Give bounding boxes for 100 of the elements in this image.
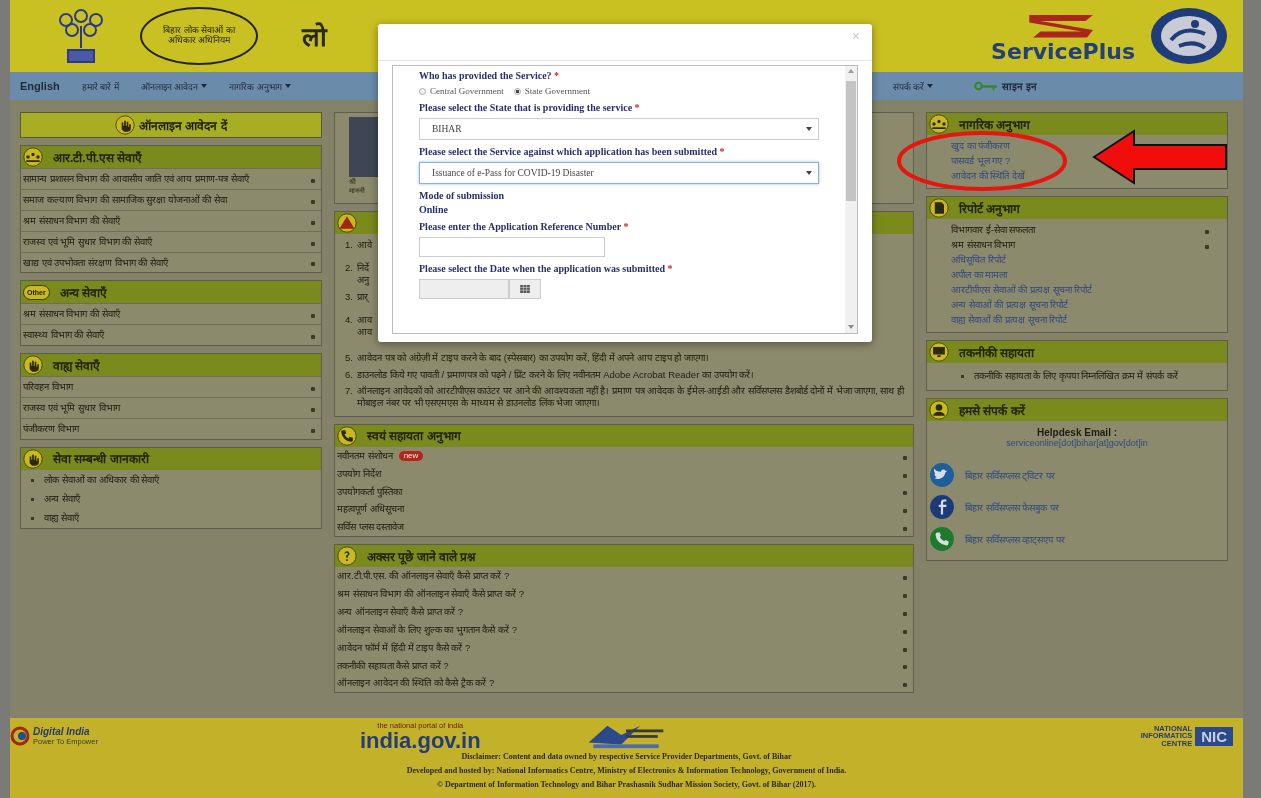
caret-icon — [311, 199, 315, 204]
panel-link[interactable]: पासवर्ड भूल गए ? — [951, 153, 1011, 168]
nic-logo: NIC — [1195, 726, 1233, 746]
accordion-item[interactable]: उपयोगकर्ता पुस्तिका — [335, 482, 913, 501]
accordion-item[interactable]: अन्य ऑनलाइन सेवाएँ कैसे प्राप्त करें ? — [335, 602, 913, 621]
panel-link[interactable]: अधिसूचित रिपोर्ट — [951, 252, 1006, 267]
field-label: Who has provided the Service? * — [419, 70, 561, 81]
accordion-item[interactable]: सामान्य प्रशासन विभाग की आवासीय जाति एवं आय प्रमाण-पत्र सेवाएँ — [21, 168, 321, 189]
list-link[interactable]: लोक सेवाओं का अधिकार की सेवाएँ — [21, 469, 321, 490]
accordion-item[interactable]: श्रम संसाधन विभाग की सेवाएँ — [21, 209, 321, 231]
question-icon — [337, 546, 357, 567]
social-link[interactable]: बिहार सर्विसप्लस व्हाट्सएप पर — [929, 526, 1225, 553]
calendar-icon — [520, 285, 530, 293]
nav-link[interactable]: English — [20, 80, 60, 92]
date-field[interactable] — [419, 279, 509, 299]
radio-option[interactable]: State Government — [513, 86, 590, 96]
accordion-item[interactable]: समाज कल्याण विभाग की सामाजिक सुरक्षा योजनाओं की सेवा — [21, 188, 321, 210]
scrollbar[interactable] — [845, 66, 857, 333]
caret-icon — [1205, 229, 1209, 234]
panel-link[interactable]: आवेदन की स्थिति देखें — [951, 168, 1025, 183]
instruction-text: डाउनलोड किये गए पावती / प्रमाणपत्र को पढ़ने / प्रिंट करने के लिए नवीनतम Adobe Acrobat Reader का उपयोग करें। — [356, 368, 756, 382]
portal-logo: india.gov.in — [360, 729, 481, 752]
social-link[interactable]: बिहार सर्विसप्लस फेसबुक पर — [929, 494, 1225, 521]
input-field[interactable] — [419, 237, 605, 257]
accordion-item[interactable]: राजस्व एवं भूमि सुधार विभाग की सेवाएँ — [21, 230, 321, 252]
dropdown-field[interactable]: Issuance of e-Pass for COVID-19 Disaster — [419, 162, 819, 184]
accordion-item[interactable]: श्रम संसाधन विभाग की ऑनलाइन सेवाएँ कैसे प्राप्त करें ? — [335, 585, 913, 603]
caret-icon — [311, 220, 315, 225]
radio-option[interactable]: Central Government — [419, 86, 504, 96]
caret-icon — [903, 455, 907, 460]
instruction-text: प्रार् — [356, 290, 370, 305]
accordion-item[interactable]: परिवहन विभाग — [21, 376, 321, 397]
list-number: 3. — [345, 290, 353, 304]
list-number: 7. — [345, 385, 353, 399]
nav-link[interactable]: हमारे बारे में — [81, 79, 119, 93]
accordion-item[interactable]: खाद्य एवं उपभोक्ता संरक्षण विभाग की सेवाएँ — [21, 251, 321, 273]
list-number: 1. — [345, 239, 353, 252]
caret-icon — [311, 178, 315, 183]
panel-title: अन्य सेवाएँ — [59, 284, 107, 301]
site-title: लो — [302, 21, 327, 54]
panel-link[interactable]: वाह्य सेवाओं की प्रत्यक्ष सूचना रिपोर्ट — [951, 312, 1068, 327]
nav-link[interactable]: नागरिक अनुभाग — [229, 79, 291, 93]
panel-title: सेवा सम्बन्धी जानकारी — [53, 451, 149, 468]
accordion-item[interactable]: श्रम संसाधन विभाग की सेवाएँ — [21, 303, 321, 325]
panel-link[interactable]: अपील का मामला — [951, 267, 1008, 282]
caret-icon — [903, 473, 907, 478]
instruction-text: निर्दे अनु — [356, 262, 371, 287]
caret-icon — [311, 335, 315, 340]
accordion-item[interactable]: आवेदन फॉर्म में हिंदी में टाइप कैसे करें ? — [335, 638, 913, 657]
caret-icon — [903, 576, 907, 581]
calendar-button[interactable] — [509, 279, 541, 299]
list-link[interactable]: अन्य सेवाएँ — [21, 489, 321, 509]
accordion-item[interactable]: श्रम संसाधन विभाग — [951, 237, 1215, 252]
panel-link[interactable]: आरटीपीएस सेवाओं की प्रत्यक्ष सूचना रिपोर्ट — [951, 282, 1093, 297]
social-link[interactable]: बिहार सर्विसप्लस ट्विटर पर — [929, 462, 1225, 489]
accordion-item[interactable]: ऑनलाइन आवेदन की स्थिति को कैसे ट्रैक करें ? — [335, 674, 913, 693]
emblem-text: बिहार लोक सेवाओं का अधिकार अधिनियम — [163, 26, 235, 46]
bullet-icon — [31, 517, 34, 521]
accordion-item[interactable]: तकनीकी सहायता कैसे प्राप्त करें ? — [335, 656, 913, 675]
field-value: Online — [419, 204, 449, 215]
panel-title: तकनीकी सहायता — [959, 344, 1035, 361]
radio-button[interactable] — [513, 87, 521, 95]
caret-icon — [903, 527, 907, 532]
user-icon — [929, 400, 949, 421]
accordion-item[interactable]: पंजीकरण विभाग — [21, 417, 321, 439]
accordion-item[interactable]: विभागवार ई-सेवा सफलता — [951, 222, 1215, 237]
panel-link[interactable]: अन्य सेवाओं की प्रत्यक्ष सूचना रिपोर्ट — [951, 297, 1069, 312]
caret-icon — [311, 428, 315, 433]
accordion-item[interactable]: महत्वपूर्ण अधिसूचना — [335, 500, 913, 519]
monitor-icon — [929, 342, 949, 362]
panel-link[interactable]: खुद का पंजीकरण — [951, 138, 1011, 153]
helpdesk-email: serviceonline[dot]bihar[at]gov[dot]in — [1005, 438, 1149, 449]
accordion-item[interactable]: उपयोग निर्देश — [335, 464, 913, 483]
panel-title: हमसे संपर्क करें — [959, 402, 1025, 419]
nav-link[interactable]: साइन इन — [973, 79, 1037, 93]
radio-button[interactable] — [419, 87, 426, 95]
online-apply-button[interactable]: ऑनलाइन आवेदन दें — [20, 112, 322, 138]
caret-icon — [311, 262, 315, 267]
nav-link[interactable]: संपर्क करें — [892, 79, 934, 93]
accordion-item[interactable]: स्वास्थ्य विभाग की सेवाएँ — [21, 324, 321, 346]
bullet-icon — [31, 478, 34, 482]
accordion-item[interactable]: सर्विस प्लस दस्तावेज — [335, 518, 913, 537]
field-label: Please select the Date when the application was submitted * — [419, 263, 674, 274]
list-number: 4. — [345, 313, 353, 327]
list-link[interactable]: तकनीकि सहायता के लिए कृपया निम्नलिखित क्रम में संपर्क करें — [951, 366, 1215, 386]
hand-icon — [23, 355, 43, 376]
list-link[interactable]: वाह्य सेवाएँ — [21, 508, 321, 528]
accordion-item[interactable]: राजस्व एवं भूमि सुधार विभाग — [21, 397, 321, 418]
list-number: 6. — [345, 368, 353, 382]
field-label: Mode of submission — [419, 190, 505, 201]
accordion-item[interactable]: ऑनलाइन सेवाओं के लिए शुल्क का भुगतान कैसे करें ? — [335, 620, 913, 639]
caret-icon — [201, 84, 208, 88]
nav-link[interactable]: ऑनलाइन आवेदन — [140, 79, 208, 93]
footer-text: Disclaimer: Content and data owned by respective Service Provider Departments, Govt. of Bihar — [461, 752, 792, 763]
accordion-item[interactable]: आर.टी.पी.एस. की ऑनलाइन सेवाएँ कैसे प्राप्त करें ? — [335, 567, 913, 585]
dropdown-field[interactable]: BIHAR — [419, 118, 819, 140]
caret-icon — [311, 387, 315, 392]
accordion-item[interactable]: नवीनतम संशोधन new — [335, 446, 913, 465]
caret-icon — [311, 314, 315, 319]
key-icon — [973, 81, 1000, 91]
